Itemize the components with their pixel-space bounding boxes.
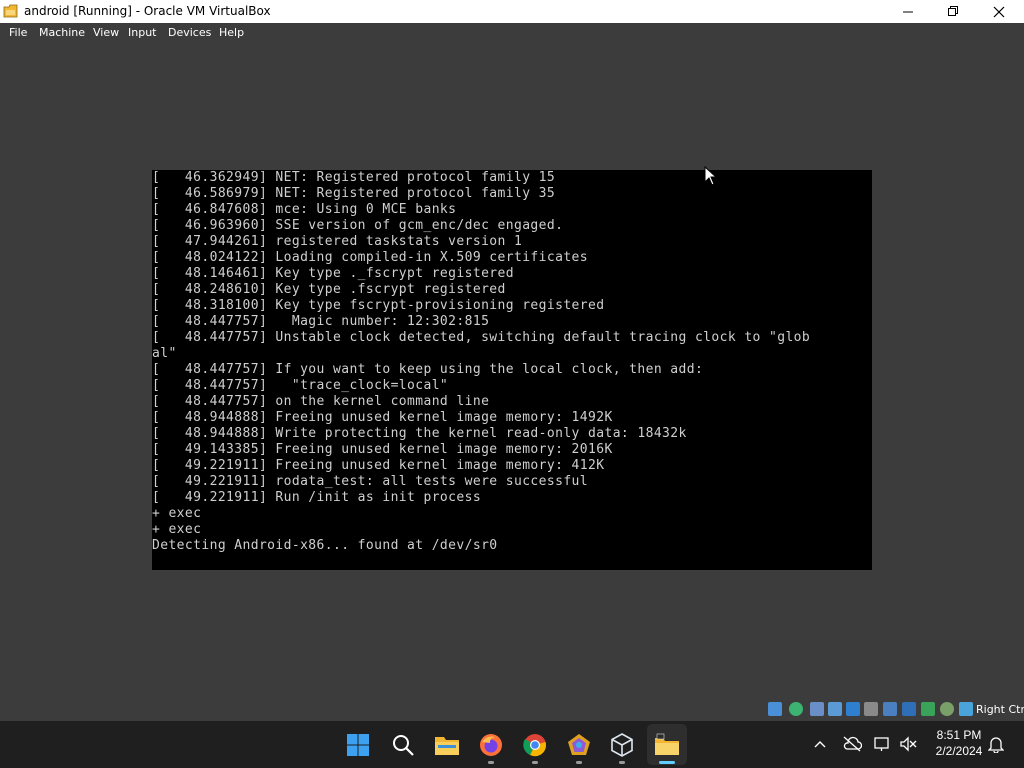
- virtualbox-app-icon: [3, 4, 18, 18]
- maximize-button[interactable]: [930, 0, 976, 23]
- console-line: [ 49.221911] rodata_test: all tests were…: [152, 474, 589, 489]
- menu-file[interactable]: File: [9, 26, 27, 39]
- console-line: Detecting Android-x86... found at /dev/s…: [152, 538, 498, 553]
- menu-view[interactable]: View: [93, 26, 119, 39]
- console-line: [ 48.447757] on the kernel command line: [152, 394, 490, 409]
- network-icon[interactable]: [828, 702, 842, 716]
- window-title: android [Running] - Oracle VM VirtualBox: [24, 4, 271, 18]
- windows-taskbar: 8:51 PM 2/2/2024: [0, 721, 1024, 768]
- running-indicator: [619, 761, 625, 764]
- network-tray[interactable]: [873, 734, 893, 754]
- firefox-icon: [480, 734, 502, 756]
- taskbar-firefox[interactable]: [476, 730, 506, 760]
- volume-muted-icon: [900, 736, 917, 752]
- active-indicator: [659, 761, 675, 764]
- onedrive-tray[interactable]: [842, 734, 862, 754]
- console-line: [ 48.447757] If you want to keep using t…: [152, 362, 704, 377]
- clock-time: 8:51 PM: [936, 728, 982, 742]
- taskbar-virtualbox[interactable]: [607, 730, 637, 760]
- cloud-offline-icon: [843, 736, 862, 752]
- menu-help[interactable]: Help: [219, 26, 244, 39]
- running-indicator: [488, 761, 494, 764]
- console-line: [ 46.847608] mce: Using 0 MCE banks: [152, 202, 457, 217]
- console-line: [ 48.944888] Freeing unused kernel image…: [152, 410, 613, 425]
- audio-icon[interactable]: [810, 702, 824, 716]
- console-line: [ 49.143385] Freeing unused kernel image…: [152, 442, 613, 457]
- bell-icon: [988, 737, 1004, 753]
- usb-icon[interactable]: [846, 702, 860, 716]
- clipboard-icon[interactable]: [940, 702, 954, 716]
- hard-disk-icon[interactable]: [768, 702, 782, 716]
- show-hidden-icons-button[interactable]: [810, 734, 830, 754]
- taskbar-file-explorer[interactable]: [432, 730, 462, 760]
- host-key-label: Right Ctrl: [976, 703, 1024, 716]
- taskbar-clock[interactable]: 8:51 PM 2/2/2024: [928, 727, 990, 759]
- taskbar-app[interactable]: [564, 730, 594, 760]
- network-tray-icon: [874, 737, 889, 751]
- vm-display[interactable]: [ 46.362949] NET: Registered protocol fa…: [152, 170, 872, 570]
- mouse-integration-icon[interactable]: [959, 702, 973, 716]
- boot-console: [ 46.362949] NET: Registered protocol fa…: [152, 170, 810, 554]
- chrome-icon: [523, 734, 546, 757]
- mouse-cursor-icon: [704, 166, 718, 186]
- minimize-icon: [902, 11, 913, 13]
- console-line: al": [152, 346, 177, 361]
- console-line: [ 48.447757] "trace_clock=local": [152, 378, 449, 393]
- restore-icon: [947, 6, 958, 16]
- file-explorer-icon: [435, 737, 459, 755]
- menu-bar: File Machine View Input Devices Help: [0, 23, 1024, 42]
- menu-devices[interactable]: Devices: [168, 26, 211, 39]
- volume-tray[interactable]: [898, 734, 918, 754]
- taskbar-chrome[interactable]: [520, 730, 550, 760]
- minimize-button[interactable]: [885, 0, 931, 23]
- console-line: [ 49.221911] Run /init as init process: [152, 490, 482, 505]
- close-icon: [993, 6, 1005, 17]
- app-icon: [568, 734, 590, 755]
- console-line: [ 49.221911] Freeing unused kernel image…: [152, 458, 605, 473]
- taskbar-virtualbox-vm[interactable]: [652, 730, 682, 760]
- running-indicator: [532, 761, 538, 764]
- chevron-up-icon: [814, 741, 826, 748]
- console-line: [ 48.146461] Key type ._fscrypt register…: [152, 266, 514, 281]
- drag-drop-icon[interactable]: [921, 702, 935, 716]
- shared-folders-icon[interactable]: [864, 702, 878, 716]
- recording-icon[interactable]: [902, 702, 916, 716]
- console-line: [ 48.447757] Unstable clock detected, sw…: [152, 330, 811, 345]
- search-button[interactable]: [388, 730, 418, 760]
- menu-machine[interactable]: Machine: [39, 26, 85, 39]
- vm-status-bar: Right Ctrl: [0, 699, 1024, 721]
- optical-drive-icon[interactable]: [789, 702, 803, 716]
- console-line: [ 46.586979] NET: Registered protocol fa…: [152, 186, 556, 201]
- console-line: [ 46.963960] SSE version of gcm_enc/dec …: [152, 218, 564, 233]
- display-icon[interactable]: [883, 702, 897, 716]
- console-line: [ 48.318100] Key type fscrypt-provisioni…: [152, 298, 605, 313]
- clock-date: 2/2/2024: [935, 744, 983, 758]
- close-button[interactable]: [976, 0, 1022, 23]
- notifications-button[interactable]: [986, 734, 1006, 754]
- start-button[interactable]: [343, 730, 373, 760]
- console-line: [ 48.024122] Loading compiled-in X.509 c…: [152, 250, 589, 265]
- running-indicator: [576, 761, 582, 764]
- console-line: + exec: [152, 522, 202, 537]
- console-line: [ 47.944261] registered taskstats versio…: [152, 234, 523, 249]
- console-line: + exec: [152, 506, 202, 521]
- windows-start-icon: [347, 734, 369, 756]
- menu-input[interactable]: Input: [128, 26, 156, 39]
- virtualbox-vm-icon: [655, 733, 679, 755]
- search-icon: [393, 735, 414, 756]
- console-line: [ 48.248610] Key type .fscrypt registere…: [152, 282, 506, 297]
- console-line: [ 48.944888] Write protecting the kernel…: [152, 426, 687, 441]
- console-line: [ 48.447757] Magic number: 12:302:815: [152, 314, 490, 329]
- window-titlebar: android [Running] - Oracle VM VirtualBox: [0, 0, 1024, 23]
- virtualbox-icon: [611, 733, 633, 757]
